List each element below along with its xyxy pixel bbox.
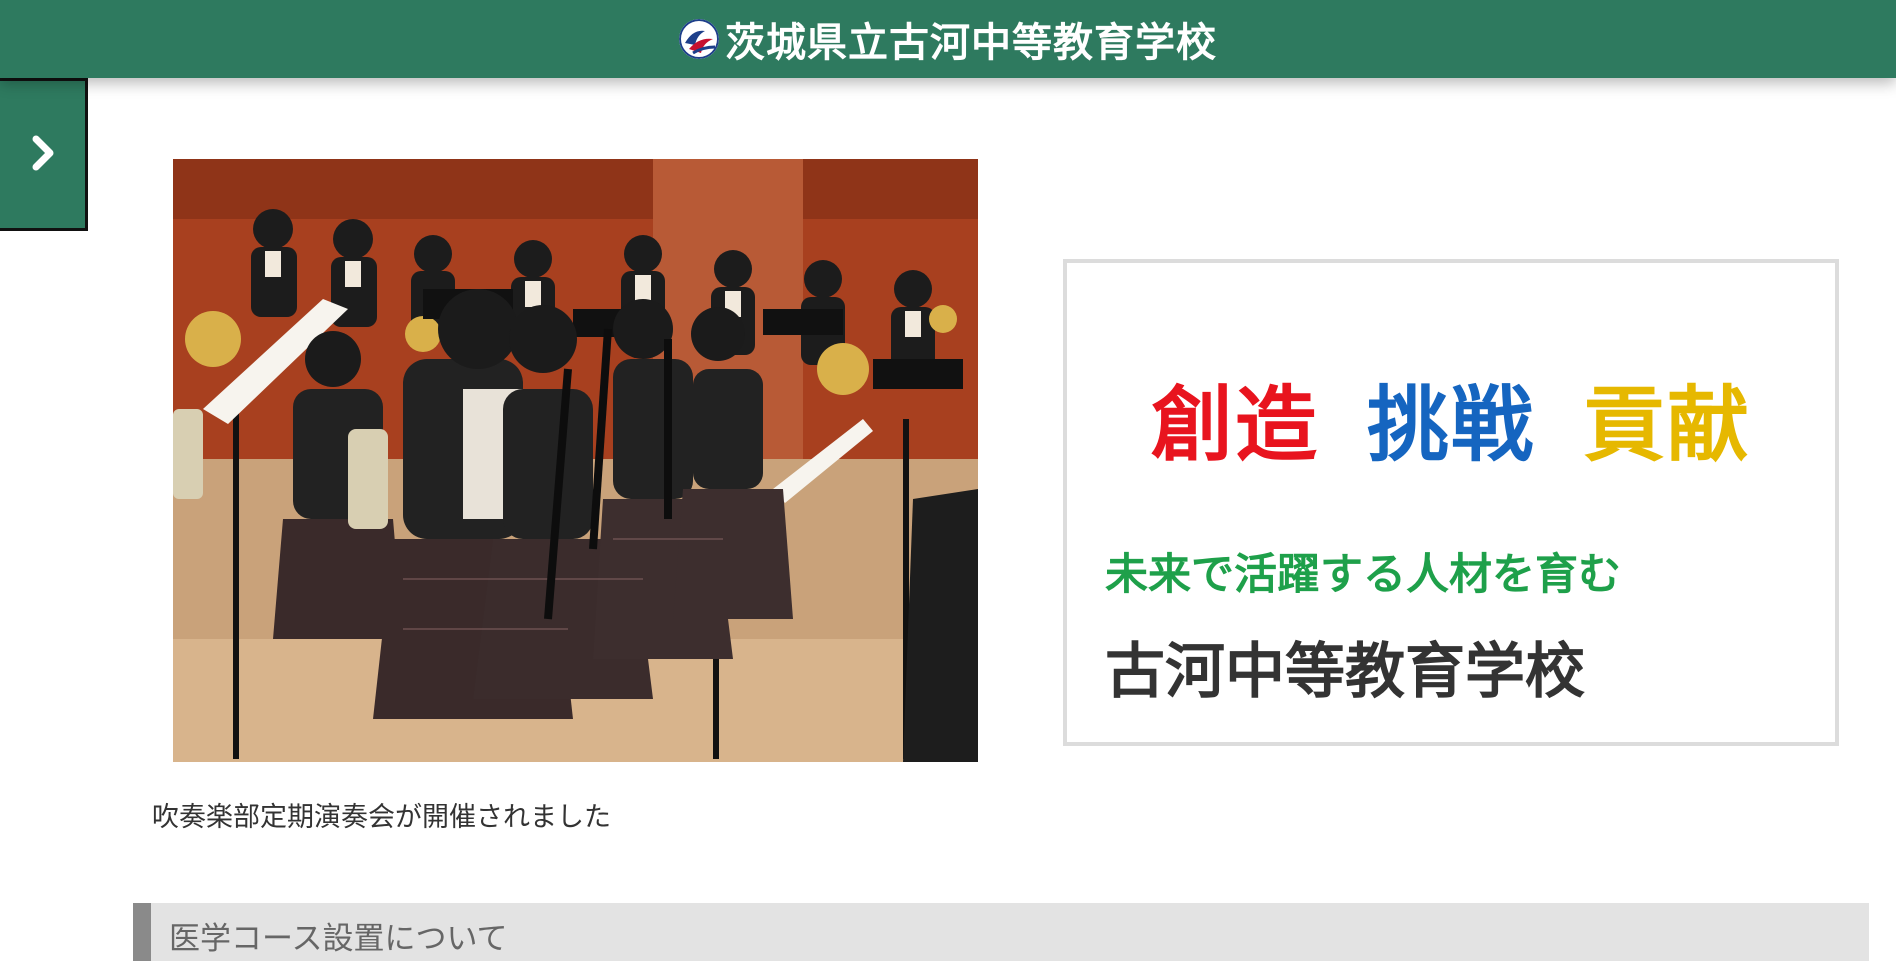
motto-word-creation: 創造 xyxy=(1150,378,1319,473)
school-emblem-icon[interactable] xyxy=(679,19,719,59)
chevron-right-icon xyxy=(28,133,58,177)
news-heading-accent xyxy=(133,903,151,961)
motto-banner[interactable]: 創造 挑戦 貢献 未来で活躍する人材を育む 古河中等教育学校 xyxy=(1063,259,1839,746)
news-heading-title[interactable]: 医学コース設置について xyxy=(169,913,508,958)
slideshow-image[interactable] xyxy=(173,159,978,762)
motto-school-name: 古河中等教育学校 xyxy=(1105,637,1585,707)
menu-toggle-button[interactable] xyxy=(0,78,88,231)
motto-tagline: 未来で活躍する人材を育む xyxy=(1105,550,1621,600)
site-title[interactable]: 茨城県立古河中等教育学校 xyxy=(725,10,1217,68)
motto-words: 創造 挑戦 貢献 xyxy=(1067,358,1835,477)
motto-word-challenge: 挑戦 xyxy=(1366,378,1535,473)
news-heading[interactable]: 医学コース設置について xyxy=(133,903,1869,961)
slideshow-caption[interactable]: 吹奏楽部定期演奏会が開催されました xyxy=(152,795,611,834)
site-header: 茨城県立古河中等教育学校 xyxy=(0,0,1896,78)
motto-word-contribution: 貢献 xyxy=(1583,378,1752,473)
